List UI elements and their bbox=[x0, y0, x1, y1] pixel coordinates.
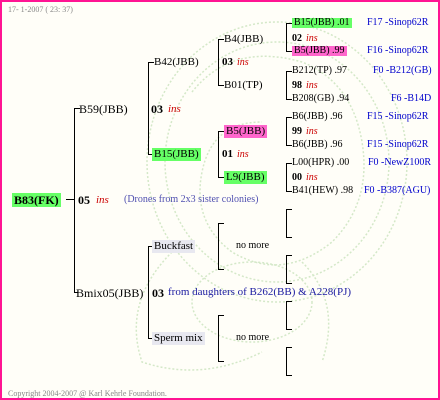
connector bbox=[286, 237, 292, 238]
connector bbox=[218, 269, 224, 270]
sire-queen[interactable]: Bmix05(JBB) bbox=[76, 287, 143, 299]
gen2-b15[interactable]: B15(JBB) bbox=[152, 148, 201, 161]
connector bbox=[286, 255, 287, 283]
connector bbox=[286, 163, 287, 191]
connector bbox=[286, 209, 292, 210]
connector bbox=[218, 39, 219, 85]
connector bbox=[286, 23, 287, 51]
gen4-b208[interactable]: B208(GB) .94 bbox=[292, 94, 349, 104]
connector bbox=[286, 301, 287, 329]
gen2-b42-year: 03 bbox=[222, 56, 233, 68]
pedigree-frame: 17- 1-2007 ( 23: 37) Copyright 2004-2007… bbox=[0, 0, 440, 400]
gen3-l9-year: 00 bbox=[292, 172, 302, 183]
connector bbox=[286, 375, 292, 376]
dam-queen[interactable]: B59(JBB) bbox=[79, 103, 128, 115]
gen4-l00[interactable]: L00(HPR) .00 bbox=[292, 158, 349, 168]
gen3-b01-year: 98 bbox=[292, 80, 302, 91]
gen3-b01-ins: ins bbox=[306, 80, 318, 91]
sire-year: 03 bbox=[152, 286, 164, 300]
gen4-b41-link[interactable]: F0 -B387(AGU) bbox=[364, 186, 430, 196]
gen3-b5[interactable]: B5(JBB) bbox=[224, 125, 268, 138]
gen2-buckfast[interactable]: Buckfast bbox=[152, 240, 196, 253]
root-note: (Drones from 2x3 sister colonies) bbox=[124, 194, 259, 205]
connector bbox=[218, 131, 219, 177]
connector bbox=[218, 315, 224, 316]
gen4-b212[interactable]: B212(TP) .97 bbox=[292, 66, 347, 76]
gen4-l00-link[interactable]: F0 -NewZ100R bbox=[368, 158, 431, 168]
connector bbox=[218, 315, 219, 361]
gen4-b15[interactable]: B15(JBB) .01 bbox=[292, 18, 352, 28]
connector bbox=[66, 199, 74, 200]
gen4-b212-link[interactable]: F0 -B212(GB) bbox=[373, 66, 432, 76]
connector bbox=[286, 255, 292, 256]
connector bbox=[148, 62, 149, 154]
connector bbox=[74, 108, 75, 292]
connector bbox=[286, 301, 292, 302]
gen2-b42[interactable]: B42(JBB) bbox=[154, 57, 199, 68]
gen2-b42-ins: ins bbox=[237, 57, 249, 68]
gen4-b6-b[interactable]: B6(JBB) .96 bbox=[292, 140, 343, 150]
connector bbox=[286, 209, 287, 237]
gen2-sperm-more: no more bbox=[236, 332, 270, 343]
dam-year: 03 bbox=[151, 102, 163, 116]
root-ins-mark: ins bbox=[96, 194, 109, 206]
gen4-b15-link[interactable]: F17 -Sinop62R bbox=[367, 18, 428, 28]
connector bbox=[218, 223, 224, 224]
connector bbox=[148, 246, 149, 338]
connector bbox=[286, 347, 287, 375]
dam-ins-mark: ins bbox=[168, 103, 181, 115]
gen4-b6-a[interactable]: B6(JBB) .96 bbox=[292, 112, 343, 122]
connector bbox=[286, 117, 287, 145]
gen4-b6-b-link[interactable]: F15 -Sinop62R bbox=[367, 140, 428, 150]
gen3-b5-year: 99 bbox=[292, 126, 302, 137]
gen3-b4-ins: ins bbox=[306, 33, 318, 44]
gen2-b15-year: 01 bbox=[222, 148, 233, 160]
gen2-sperm-mix[interactable]: Sperm mix bbox=[152, 332, 205, 345]
root-queen[interactable]: B83(FK) bbox=[12, 193, 61, 207]
connector bbox=[286, 347, 292, 348]
connector bbox=[286, 329, 292, 330]
gen3-b5-ins: ins bbox=[306, 126, 318, 137]
date-stamp: 17- 1-2007 ( 23: 37) bbox=[8, 5, 73, 14]
connector bbox=[286, 283, 292, 284]
gen2-buckfast-more: no more bbox=[236, 240, 270, 251]
gen4-b5[interactable]: B5(JBB) .99 bbox=[292, 46, 347, 56]
root-year: 05 bbox=[78, 193, 90, 207]
sire-note: from daughters of B262(BB) & A228(PJ) bbox=[168, 286, 352, 298]
gen3-l9-ins: ins bbox=[306, 172, 318, 183]
connector bbox=[218, 223, 219, 269]
connector bbox=[286, 71, 287, 99]
gen3-b01[interactable]: B01(TP) bbox=[224, 80, 263, 91]
gen3-b4[interactable]: B4(JBB) bbox=[224, 34, 263, 45]
gen2-b15-ins: ins bbox=[237, 149, 249, 160]
gen4-b5-link[interactable]: F16 -Sinop62R bbox=[367, 46, 428, 56]
gen3-b4-year: 02 bbox=[292, 33, 302, 44]
gen4-b6-a-link[interactable]: F15 -Sinop62R bbox=[367, 112, 428, 122]
gen3-l9[interactable]: L9(JBB) bbox=[224, 171, 267, 184]
connector bbox=[218, 361, 224, 362]
copyright-footer: Copyright 2004-2007 @ Karl Kehrle Founda… bbox=[8, 389, 167, 398]
gen4-b41[interactable]: B41(HEW) .98 bbox=[292, 186, 353, 196]
gen4-b208-link[interactable]: F6 -B14D bbox=[391, 94, 431, 104]
